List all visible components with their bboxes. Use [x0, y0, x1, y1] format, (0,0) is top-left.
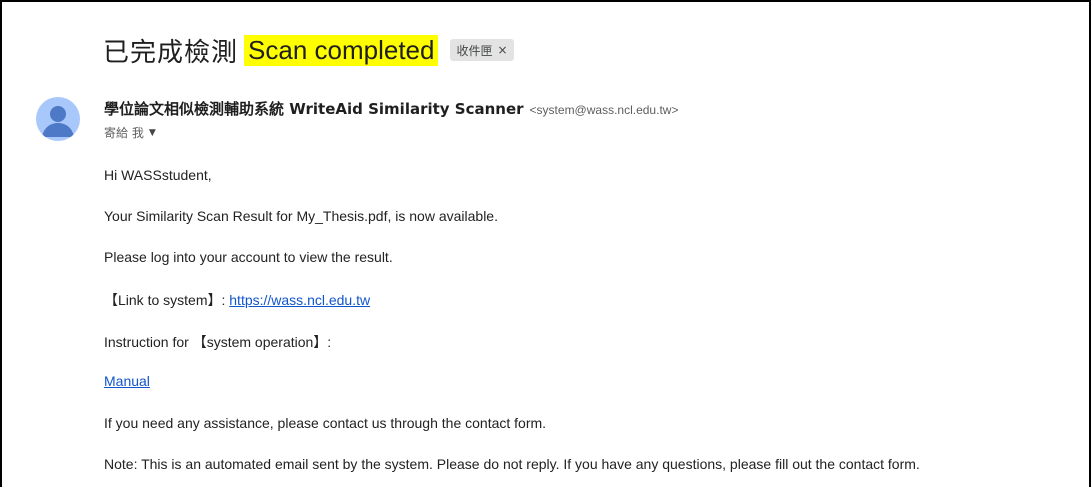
result-line: Your Similarity Scan Result for My_Thesi…: [104, 208, 498, 224]
subject-chinese: 已完成檢測: [103, 37, 239, 68]
instruction-line: Instruction for 【system operation】:: [104, 334, 332, 350]
caret-down-icon[interactable]: ▼: [149, 128, 156, 138]
subject-row: 已完成檢測 Scan completed 收件匣 ×: [103, 30, 514, 70]
window-frame: [0, 0, 1091, 487]
subject-english-highlight: Scan completed: [244, 34, 439, 66]
inbox-label-text: 收件匣: [456, 43, 493, 58]
sender-line: 學位論文相似檢測輔助系統 WriteAid Similarity Scanner…: [104, 98, 678, 119]
inbox-label-chip[interactable]: 收件匣 ×: [450, 39, 514, 61]
sender-email: <system@wass.ncl.edu.tw>: [529, 103, 679, 117]
recipient-line[interactable]: 寄給 我 ▼: [104, 124, 156, 141]
system-link[interactable]: https://wass.ncl.edu.tw: [229, 292, 370, 308]
link-prefix: 【Link to system】:: [104, 292, 230, 308]
sender-name[interactable]: 學位論文相似檢測輔助系統 WriteAid Similarity Scanner: [104, 98, 524, 119]
login-line: Please log into your account to view the…: [104, 249, 393, 265]
manual-line: Manual: [104, 373, 150, 389]
person-avatar-icon: [42, 106, 74, 137]
close-icon[interactable]: ×: [497, 43, 507, 57]
greeting-line: Hi WASSstudent,: [104, 167, 212, 183]
recipient-text: 寄給 我: [104, 126, 144, 140]
note-line: Note: This is an automated email sent by…: [104, 456, 920, 472]
assistance-line: If you need any assistance, please conta…: [104, 415, 547, 431]
link-line: 【Link to system】: https://wass.ncl.edu.t…: [104, 290, 370, 310]
manual-link[interactable]: Manual: [104, 373, 150, 389]
sender-avatar[interactable]: [36, 97, 80, 141]
